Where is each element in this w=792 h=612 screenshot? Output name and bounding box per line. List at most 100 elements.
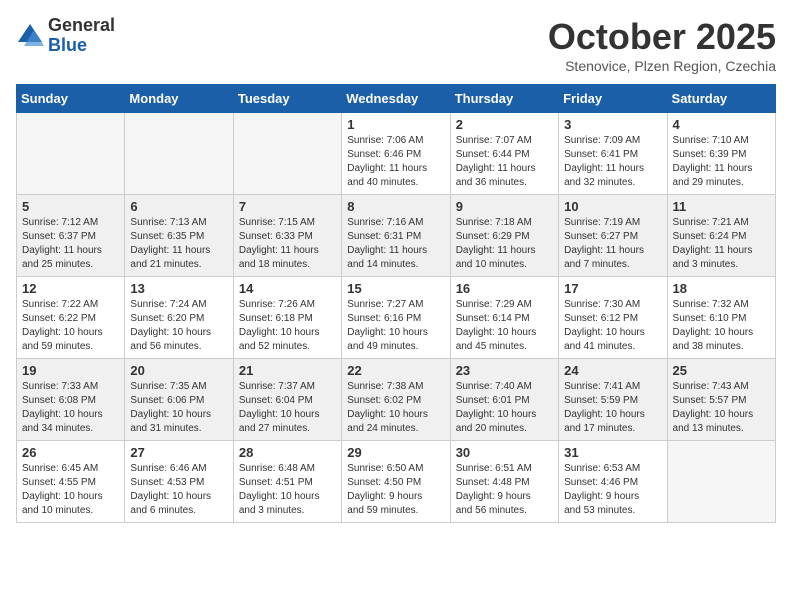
calendar-cell: 4 Sunrise: 7:10 AM Sunset: 6:39 PM Daylig… bbox=[667, 113, 775, 195]
weekday-header-thursday: Thursday bbox=[450, 85, 558, 113]
calendar-week-row: 26Sunrise: 6:45 AM Sunset: 4:55 PM Dayli… bbox=[17, 441, 776, 523]
day-number: 13 bbox=[130, 281, 227, 296]
calendar-table: SundayMondayTuesdayWednesdayThursdayFrid… bbox=[16, 84, 776, 523]
logo-blue-text: Blue bbox=[48, 36, 115, 56]
calendar-week-row: 19 Sunrise: 7:33 AM Sunset: 6:08 PM Dayli… bbox=[17, 359, 776, 441]
day-info: Sunrise: 7:07 AM Sunset: 6:44 PM Dayligh… bbox=[456, 134, 553, 190]
day-number: 31 bbox=[564, 445, 661, 460]
calendar-cell: 9Sunrise: 7:18 AM Sunset: 6:29 PM Daylig… bbox=[450, 195, 558, 277]
day-number: 22 bbox=[347, 363, 444, 378]
day-number: 15 bbox=[347, 281, 444, 296]
logo: General Blue bbox=[16, 16, 115, 56]
calendar-cell bbox=[667, 441, 775, 523]
calendar-week-row: 1Sunrise: 7:06 AM Sunset: 6:46 PM Daylig… bbox=[17, 113, 776, 195]
day-info: Sunrise: 7:15 AM Sunset: 6:33 PM Dayligh… bbox=[239, 216, 336, 272]
calendar-cell bbox=[233, 113, 341, 195]
calendar-cell: 25Sunrise: 7:43 AM Sunset: 5:57 PM Dayli… bbox=[667, 359, 775, 441]
day-number: 29 bbox=[347, 445, 444, 460]
logo-icon bbox=[16, 22, 44, 50]
calendar-cell: 12 Sunrise: 7:22 AM Sunset: 6:22 PM Dayli… bbox=[17, 277, 125, 359]
calendar-cell: 11 Sunrise: 7:21 AM Sunset: 6:24 PM Dayli… bbox=[667, 195, 775, 277]
calendar-cell: 3 Sunrise: 7:09 AM Sunset: 6:41 PM Daylig… bbox=[559, 113, 667, 195]
day-number: 16 bbox=[456, 281, 553, 296]
weekday-header-wednesday: Wednesday bbox=[342, 85, 450, 113]
calendar-cell: 27 Sunrise: 6:46 AM Sunset: 4:53 PM Dayli… bbox=[125, 441, 233, 523]
calendar-cell: 31 Sunrise: 6:53 AM Sunset: 4:46 PM Dayli… bbox=[559, 441, 667, 523]
day-info: Sunrise: 7:43 AM Sunset: 5:57 PM Dayligh… bbox=[673, 380, 770, 436]
day-info: Sunrise: 6:53 AM Sunset: 4:46 PM Dayligh… bbox=[564, 462, 661, 518]
day-number: 5 bbox=[22, 199, 119, 214]
day-info: Sunrise: 7:35 AM Sunset: 6:06 PM Dayligh… bbox=[130, 380, 227, 436]
calendar-cell: 16Sunrise: 7:29 AM Sunset: 6:14 PM Dayli… bbox=[450, 277, 558, 359]
calendar-cell bbox=[17, 113, 125, 195]
day-number: 24 bbox=[564, 363, 661, 378]
location-text: Stenovice, Plzen Region, Czechia bbox=[548, 58, 776, 74]
weekday-header-tuesday: Tuesday bbox=[233, 85, 341, 113]
day-number: 26 bbox=[22, 445, 119, 460]
calendar-cell: 24 Sunrise: 7:41 AM Sunset: 5:59 PM Dayli… bbox=[559, 359, 667, 441]
day-info: Sunrise: 7:22 AM Sunset: 6:22 PM Dayligh… bbox=[22, 298, 119, 354]
day-info: Sunrise: 6:46 AM Sunset: 4:53 PM Dayligh… bbox=[130, 462, 227, 518]
calendar-cell: 29 Sunrise: 6:50 AM Sunset: 4:50 PM Dayli… bbox=[342, 441, 450, 523]
calendar-cell: 10 Sunrise: 7:19 AM Sunset: 6:27 PM Dayli… bbox=[559, 195, 667, 277]
calendar-cell: 18 Sunrise: 7:32 AM Sunset: 6:10 PM Dayli… bbox=[667, 277, 775, 359]
day-info: Sunrise: 7:12 AM Sunset: 6:37 PM Dayligh… bbox=[22, 216, 119, 272]
weekday-header-monday: Monday bbox=[125, 85, 233, 113]
day-info: Sunrise: 7:41 AM Sunset: 5:59 PM Dayligh… bbox=[564, 380, 661, 436]
calendar-cell: 19 Sunrise: 7:33 AM Sunset: 6:08 PM Dayli… bbox=[17, 359, 125, 441]
day-number: 18 bbox=[673, 281, 770, 296]
calendar-cell: 8 Sunrise: 7:16 AM Sunset: 6:31 PM Daylig… bbox=[342, 195, 450, 277]
calendar-cell: 20 Sunrise: 7:35 AM Sunset: 6:06 PM Dayli… bbox=[125, 359, 233, 441]
calendar-cell: 17Sunrise: 7:30 AM Sunset: 6:12 PM Dayli… bbox=[559, 277, 667, 359]
month-title: October 2025 bbox=[548, 16, 776, 58]
weekday-header-saturday: Saturday bbox=[667, 85, 775, 113]
day-number: 4 bbox=[673, 117, 770, 132]
day-info: Sunrise: 7:19 AM Sunset: 6:27 PM Dayligh… bbox=[564, 216, 661, 272]
calendar-cell: 6 Sunrise: 7:13 AM Sunset: 6:35 PM Daylig… bbox=[125, 195, 233, 277]
day-info: Sunrise: 7:13 AM Sunset: 6:35 PM Dayligh… bbox=[130, 216, 227, 272]
calendar-week-row: 5 Sunrise: 7:12 AM Sunset: 6:37 PM Daylig… bbox=[17, 195, 776, 277]
day-number: 23 bbox=[456, 363, 553, 378]
calendar-cell: 30Sunrise: 6:51 AM Sunset: 4:48 PM Dayli… bbox=[450, 441, 558, 523]
day-number: 1 bbox=[347, 117, 444, 132]
calendar-week-row: 12 Sunrise: 7:22 AM Sunset: 6:22 PM Dayli… bbox=[17, 277, 776, 359]
day-number: 6 bbox=[130, 199, 227, 214]
day-number: 2 bbox=[456, 117, 553, 132]
day-info: Sunrise: 6:51 AM Sunset: 4:48 PM Dayligh… bbox=[456, 462, 553, 518]
day-number: 3 bbox=[564, 117, 661, 132]
calendar-cell: 23Sunrise: 7:40 AM Sunset: 6:01 PM Dayli… bbox=[450, 359, 558, 441]
day-number: 27 bbox=[130, 445, 227, 460]
day-info: Sunrise: 6:50 AM Sunset: 4:50 PM Dayligh… bbox=[347, 462, 444, 518]
day-number: 10 bbox=[564, 199, 661, 214]
title-block: October 2025 Stenovice, Plzen Region, Cz… bbox=[548, 16, 776, 74]
day-number: 17 bbox=[564, 281, 661, 296]
day-info: Sunrise: 7:16 AM Sunset: 6:31 PM Dayligh… bbox=[347, 216, 444, 272]
day-number: 12 bbox=[22, 281, 119, 296]
day-info: Sunrise: 7:10 AM Sunset: 6:39 PM Dayligh… bbox=[673, 134, 770, 190]
calendar-cell: 21Sunrise: 7:37 AM Sunset: 6:04 PM Dayli… bbox=[233, 359, 341, 441]
day-number: 28 bbox=[239, 445, 336, 460]
calendar-cell: 15Sunrise: 7:27 AM Sunset: 6:16 PM Dayli… bbox=[342, 277, 450, 359]
calendar-cell bbox=[125, 113, 233, 195]
day-info: Sunrise: 7:26 AM Sunset: 6:18 PM Dayligh… bbox=[239, 298, 336, 354]
weekday-header-friday: Friday bbox=[559, 85, 667, 113]
day-info: Sunrise: 7:32 AM Sunset: 6:10 PM Dayligh… bbox=[673, 298, 770, 354]
day-number: 20 bbox=[130, 363, 227, 378]
logo-general-text: General bbox=[48, 16, 115, 36]
calendar-cell: 5 Sunrise: 7:12 AM Sunset: 6:37 PM Daylig… bbox=[17, 195, 125, 277]
day-info: Sunrise: 7:09 AM Sunset: 6:41 PM Dayligh… bbox=[564, 134, 661, 190]
day-number: 14 bbox=[239, 281, 336, 296]
day-info: Sunrise: 7:24 AM Sunset: 6:20 PM Dayligh… bbox=[130, 298, 227, 354]
day-info: Sunrise: 7:37 AM Sunset: 6:04 PM Dayligh… bbox=[239, 380, 336, 436]
day-number: 11 bbox=[673, 199, 770, 214]
day-number: 19 bbox=[22, 363, 119, 378]
day-info: Sunrise: 7:33 AM Sunset: 6:08 PM Dayligh… bbox=[22, 380, 119, 436]
day-info: Sunrise: 7:21 AM Sunset: 6:24 PM Dayligh… bbox=[673, 216, 770, 272]
day-info: Sunrise: 7:18 AM Sunset: 6:29 PM Dayligh… bbox=[456, 216, 553, 272]
page-header: General Blue October 2025 Stenovice, Plz… bbox=[16, 16, 776, 74]
logo-text: General Blue bbox=[48, 16, 115, 56]
day-number: 8 bbox=[347, 199, 444, 214]
day-number: 7 bbox=[239, 199, 336, 214]
calendar-cell: 14 Sunrise: 7:26 AM Sunset: 6:18 PM Dayli… bbox=[233, 277, 341, 359]
calendar-cell: 13 Sunrise: 7:24 AM Sunset: 6:20 PM Dayli… bbox=[125, 277, 233, 359]
